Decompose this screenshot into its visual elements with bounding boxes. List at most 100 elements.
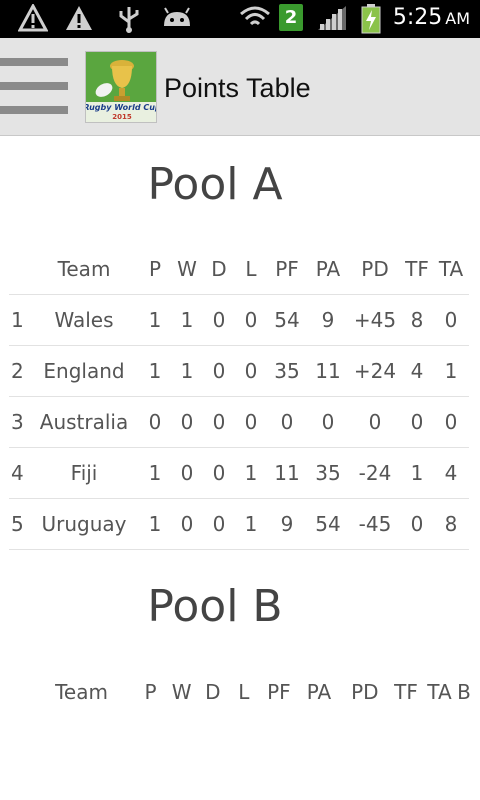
table-row[interactable]: 4 Fiji 1 0 0 1 11 35 -24 1 4	[9, 446, 469, 498]
cell-ta: 0	[433, 395, 469, 447]
table-header-row: Team P W D L PF PA PD TF TA	[9, 244, 469, 294]
app-logo[interactable]: Rugby World Cup 2015	[85, 51, 157, 123]
cell-l: 0	[235, 293, 267, 345]
cell-rank: 5	[9, 497, 29, 550]
cell-pa: 0	[307, 395, 349, 447]
table-row[interactable]: 3 Australia 0 0 0 0 0 0 0 0 0	[9, 395, 469, 447]
cell-l: 0	[235, 395, 267, 447]
cell-pd: 0	[349, 395, 401, 447]
cell-team: Fiji	[29, 446, 139, 498]
cell-p: 1	[139, 497, 171, 550]
clock-time: 5:25	[392, 5, 443, 30]
cell-team: Wales	[29, 293, 139, 345]
warning-icon	[66, 6, 92, 30]
cell-pa: 11	[307, 344, 349, 396]
cell-team: Australia	[29, 395, 139, 447]
cell-tf: 0	[401, 497, 433, 550]
clock-ampm: AM	[445, 9, 470, 28]
cell-pa: 9	[307, 293, 349, 345]
logo-line2: 2015	[112, 113, 132, 121]
cell-d: 0	[203, 446, 235, 498]
cell-pd: -45	[349, 497, 401, 550]
col-header-pa: PA	[306, 680, 332, 704]
col-header-ta: TA	[427, 680, 452, 704]
col-header-l: L	[238, 680, 250, 704]
cell-w: 1	[171, 344, 203, 396]
cell-rank: 4	[9, 446, 29, 498]
cell-pf: 54	[267, 293, 307, 345]
cell-l: 1	[235, 446, 267, 498]
wifi-icon	[240, 6, 270, 26]
cell-tf: 0	[401, 395, 433, 447]
cell-p: 1	[139, 344, 171, 396]
table-row[interactable]: 2 England 1 1 0 0 35 11 +24 4 1	[9, 344, 469, 396]
cell-ta: 4	[433, 446, 469, 498]
pool-a-table: Team P W D L PF PA PD TF TA 1 Wales 1 1 …	[9, 244, 469, 550]
col-header-w: W	[177, 256, 197, 281]
cell-pf: 11	[267, 446, 307, 498]
cell-pa: 54	[307, 497, 349, 550]
col-header-tf: TF	[394, 680, 418, 704]
cell-ta: 0	[433, 293, 469, 345]
col-header-rank	[9, 667, 28, 717]
col-header-p: P	[148, 256, 162, 281]
cell-ta: 8	[433, 497, 469, 550]
cell-pd: +45	[349, 293, 401, 345]
cell-w: 0	[171, 497, 203, 550]
cell-pd: +24	[349, 344, 401, 396]
col-header-extra: B	[457, 680, 471, 704]
cell-d: 0	[203, 293, 235, 345]
cell-w: 0	[171, 395, 203, 447]
col-header-d: D	[211, 256, 227, 281]
cell-p: 1	[139, 446, 171, 498]
cell-pf: 35	[267, 344, 307, 396]
col-header-pf: PF	[267, 680, 291, 704]
action-bar: Rugby World Cup 2015 Points Table	[0, 38, 480, 136]
cell-tf: 4	[401, 344, 433, 396]
clock: 5:25 AM	[393, 5, 470, 30]
cell-d: 0	[203, 344, 235, 396]
cell-p: 0	[139, 395, 171, 447]
cell-w: 0	[171, 446, 203, 498]
android-icon	[164, 7, 190, 26]
cell-ta: 1	[433, 344, 469, 396]
col-header-p: P	[144, 680, 157, 704]
pool-b-title: Pool B	[147, 581, 283, 632]
table-row[interactable]: 5 Uruguay 1 0 0 1 9 54 -45 0 8	[9, 497, 469, 550]
col-header-d: D	[205, 680, 221, 704]
table-row[interactable]: 1 Wales 1 1 0 0 54 9 +45 8 0	[9, 293, 469, 345]
trophy-icon: Rugby World Cup 2015	[86, 52, 157, 122]
col-header-pd: PD	[351, 680, 379, 704]
cell-l: 0	[235, 344, 267, 396]
table-header-row: Team P W D L PF PA PD TF TA B	[9, 667, 471, 717]
cell-tf: 1	[401, 446, 433, 498]
col-header-w: W	[171, 680, 192, 704]
col-header-tf: TF	[405, 256, 429, 281]
logo-line1: Rugby World Cup	[86, 103, 157, 112]
points-table-content[interactable]: Pool A Team P W D L PF PA PD TF TA 1 Wal…	[0, 137, 480, 800]
cell-pf: 0	[267, 395, 307, 447]
col-header-pa: PA	[315, 256, 341, 281]
cell-d: 0	[203, 395, 235, 447]
cell-rank: 3	[9, 395, 29, 447]
pool-b-table: Team P W D L PF PA PD TF TA B	[9, 667, 471, 717]
cell-rank: 2	[9, 344, 29, 396]
cell-p: 1	[139, 293, 171, 345]
cell-team: Uruguay	[29, 497, 139, 550]
notification-badge: 2	[279, 4, 303, 31]
cell-pd: -24	[349, 446, 401, 498]
hamburger-icon[interactable]	[0, 58, 70, 116]
cell-tf: 8	[401, 293, 433, 345]
warning-icon	[18, 4, 48, 32]
cell-d: 0	[203, 497, 235, 550]
cell-rank: 1	[9, 293, 29, 345]
signal-icon	[318, 6, 346, 30]
page-title: Points Table	[164, 73, 311, 103]
battery-charging-icon	[361, 4, 381, 34]
col-header-l: L	[245, 256, 257, 281]
col-header-pf: PF	[275, 256, 299, 281]
usb-icon	[119, 7, 139, 33]
col-header-team: Team	[57, 256, 111, 281]
col-header-team: Team	[55, 680, 108, 704]
pools-card: Pool A Team P W D L PF PA PD TF TA 1 Wal…	[9, 145, 471, 717]
